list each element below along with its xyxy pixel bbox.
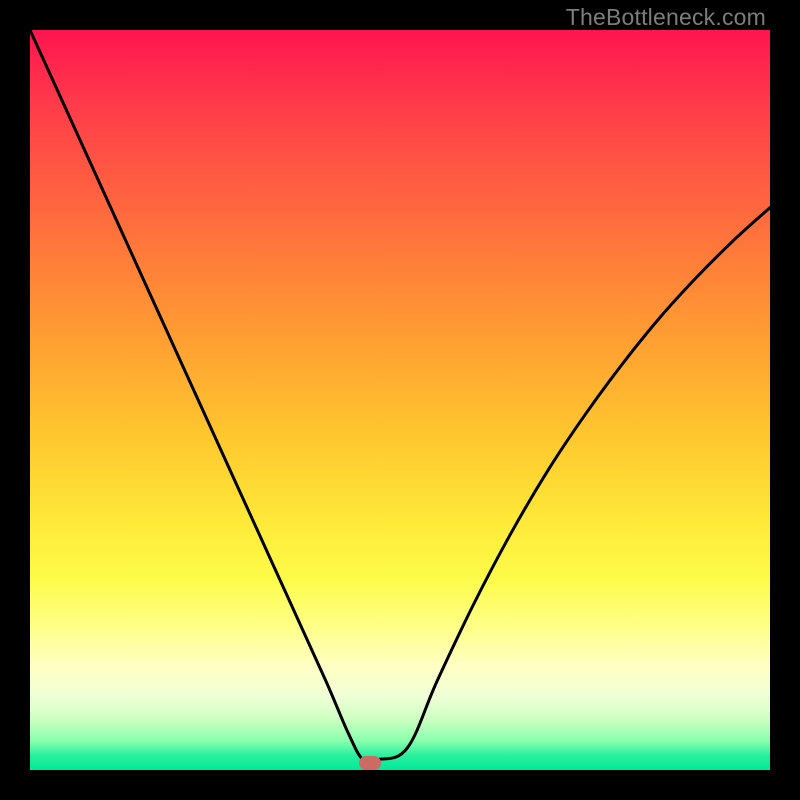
curve-svg	[30, 30, 770, 770]
data-marker	[359, 756, 381, 770]
v-curve	[30, 30, 770, 762]
plot-area	[30, 30, 770, 770]
watermark-text: TheBottleneck.com	[566, 4, 766, 31]
chart-frame: TheBottleneck.com	[0, 0, 800, 800]
